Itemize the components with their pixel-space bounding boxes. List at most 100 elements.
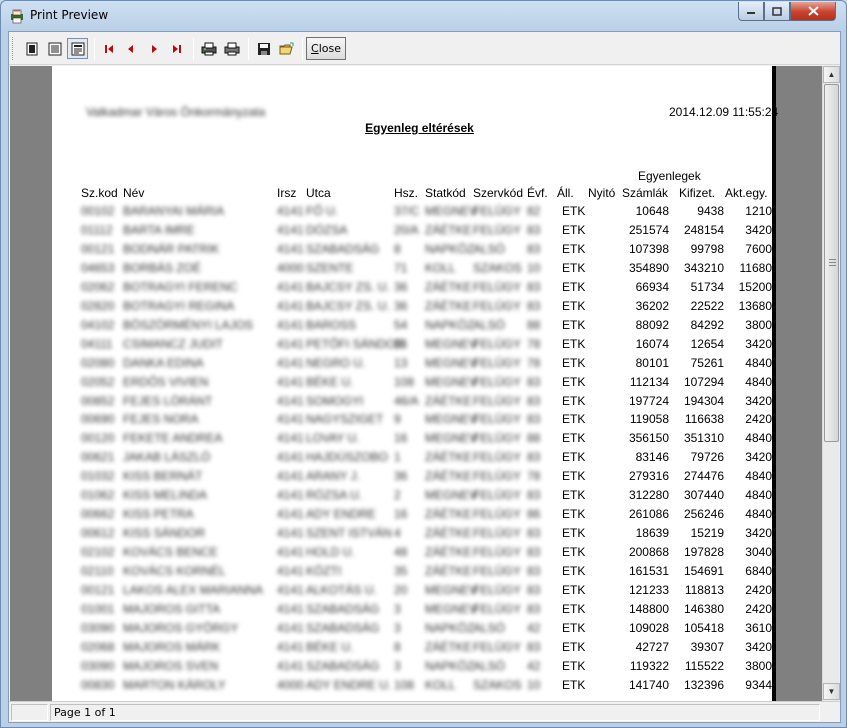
col-header-invoices: Számlák xyxy=(622,186,669,200)
row-cell-all: ETK xyxy=(562,601,586,616)
vertical-scrollbar[interactable]: ▲ ▼ xyxy=(822,66,840,701)
one-page-button[interactable] xyxy=(21,38,42,59)
row-cell-hsz: 108 xyxy=(394,677,415,692)
print-button[interactable] xyxy=(221,38,242,59)
title-bar[interactable]: Print Preview xyxy=(1,1,846,31)
next-page-button[interactable] xyxy=(143,38,164,59)
row-cell-szamlak: 109028 xyxy=(628,620,669,635)
scroll-thumb[interactable] xyxy=(824,84,839,442)
first-page-button[interactable] xyxy=(98,38,119,59)
table-row: 00852 FEJES LÓRÁNT 4141 SOMOGYI 46/A ZÁÉTKE FE… xyxy=(52,394,772,413)
row-cell-street: BAROSS xyxy=(306,317,357,332)
open-button[interactable] xyxy=(276,38,297,59)
row-cell-street: LOVAY U. xyxy=(306,431,360,446)
row-cell-street: SZENTE xyxy=(306,260,354,275)
row-cell-all: ETK xyxy=(562,564,586,579)
row-cell-hsz: 36 xyxy=(394,279,408,294)
row-cell-street: DÓZSA xyxy=(306,222,348,237)
close-button-accel: C xyxy=(311,42,319,55)
row-cell-street: BÉKE U. xyxy=(306,374,354,389)
preview-area[interactable]: Valkadmar Város Önkormányzata 2014.12.09… xyxy=(10,66,822,701)
row-cell-irsz: 4141 xyxy=(277,526,304,541)
row-cell-hsz: 1 xyxy=(394,450,401,465)
row-cell-hsz: 35 xyxy=(394,564,408,579)
organization-name: Valkadmar Város Önkormányzata xyxy=(86,105,266,119)
printer-app-icon xyxy=(11,9,23,24)
row-cell-evf: 83 xyxy=(527,222,541,237)
row-cell-stat: MEGNEV xyxy=(425,204,478,218)
row-cell-all: ETK xyxy=(562,279,586,294)
row-cell-irsz: 4141 xyxy=(277,488,304,503)
minimize-button[interactable] xyxy=(738,2,764,21)
row-cell-irsz: 4141 xyxy=(277,298,304,313)
row-cell-irsz: 4141 xyxy=(277,450,304,465)
scroll-up-button[interactable]: ▲ xyxy=(823,66,840,83)
col-header-year: Évf. xyxy=(527,186,548,200)
row-cell-irsz: 4141 xyxy=(277,507,304,522)
row-cell-akt: 3420 xyxy=(745,639,772,654)
row-cell-hsz: 9 xyxy=(394,412,401,427)
row-cell-stat: MEGNEV xyxy=(425,374,478,389)
row-cell-name: JAKAB LÁSZLÓ xyxy=(123,450,211,465)
col-header-code: Sz.kod xyxy=(81,186,118,200)
thumb-grip xyxy=(829,265,836,266)
row-cell-name: KISS PETRA xyxy=(123,507,194,522)
row-cell-code: 04111 xyxy=(81,336,113,351)
multi-page-icon xyxy=(71,42,84,55)
row-cell-stat: MEGNEV xyxy=(425,355,478,370)
close-preview-button[interactable]: Close xyxy=(306,37,346,60)
thumb-grip xyxy=(829,262,836,263)
toolbar-grip[interactable] xyxy=(12,37,15,60)
row-cell-hsz: 3 xyxy=(394,620,401,635)
row-cell-street: ADY ENDRE U. xyxy=(306,677,392,692)
row-cell-all: ETK xyxy=(562,393,586,408)
row-cell-stat: ZÁÉTKE xyxy=(425,639,472,654)
row-cell-kifizet: 15219 xyxy=(690,526,724,541)
row-cell-code: 04653 xyxy=(81,260,115,275)
row-cell-all: ETK xyxy=(562,355,586,370)
row-cell-evf: 10 xyxy=(527,677,541,692)
row-cell-evf: 83 xyxy=(527,526,541,541)
row-cell-szamlak: 80101 xyxy=(635,355,669,370)
last-page-button[interactable] xyxy=(166,38,187,59)
one-page-icon xyxy=(26,42,37,55)
row-cell-code: 00102 xyxy=(81,204,115,218)
maximize-button[interactable] xyxy=(764,2,790,21)
row-cell-hsz: 2 xyxy=(394,488,401,503)
print-setup-button[interactable] xyxy=(198,38,219,59)
row-cell-name: BARANYAI MÁRIA xyxy=(123,204,225,218)
row-cell-stat: ZÁÉTKE xyxy=(425,298,472,313)
row-cell-kifizet: 105418 xyxy=(683,620,724,635)
row-cell-code: 02820 xyxy=(81,298,115,313)
row-cell-evf: 83 xyxy=(527,374,541,389)
maximize-icon xyxy=(772,6,782,16)
row-cell-szerv: SZAKOS xyxy=(473,260,522,275)
row-cell-evf: 78 xyxy=(527,355,541,370)
row-cell-name: FEJES LÓRÁNT xyxy=(123,393,213,408)
row-cell-akt: 1210 xyxy=(745,204,772,218)
scroll-down-button[interactable]: ▼ xyxy=(823,683,840,700)
row-cell-evf: 83 xyxy=(527,488,541,503)
row-cell-stat: NAPKÖZ xyxy=(425,658,475,673)
table-row: 04653 BORBÁS ZOÉ 4000 SZENTE 71 KOLL SZAKOS 10 E… xyxy=(52,261,772,280)
row-cell-code: 04102 xyxy=(81,317,115,332)
row-cell-code: 03090 xyxy=(81,620,115,635)
table-row: 00690 FEJES NORA 4141 NAGYSZIGET 9 MEGNEV FELÜ… xyxy=(52,412,772,431)
page-width-button[interactable] xyxy=(44,38,65,59)
row-cell-kifizet: 197828 xyxy=(683,545,724,560)
multi-page-button[interactable] xyxy=(67,38,88,59)
prev-page-button[interactable] xyxy=(120,38,141,59)
row-cell-name: BARTA IMRE xyxy=(123,222,195,237)
window-title: Print Preview xyxy=(30,8,109,22)
save-button[interactable] xyxy=(253,38,274,59)
close-window-button[interactable] xyxy=(790,2,836,21)
table-row: 00121 LAKOS ALEX MARIANNA 4141 ALKOTÁS U. 20… xyxy=(52,583,772,602)
row-cell-all: ETK xyxy=(562,374,586,389)
row-cell-evf: 42 xyxy=(527,658,541,673)
row-cell-kifizet: 115522 xyxy=(684,658,724,673)
row-cell-akt: 3420 xyxy=(745,393,772,408)
col-header-current-balance: Akt.egy. xyxy=(725,186,768,200)
row-cell-stat: NAPKÖZ xyxy=(425,620,475,635)
row-cell-irsz: 4000 xyxy=(277,677,304,692)
row-cell-name: BODNÁR PATRIK xyxy=(123,241,220,256)
